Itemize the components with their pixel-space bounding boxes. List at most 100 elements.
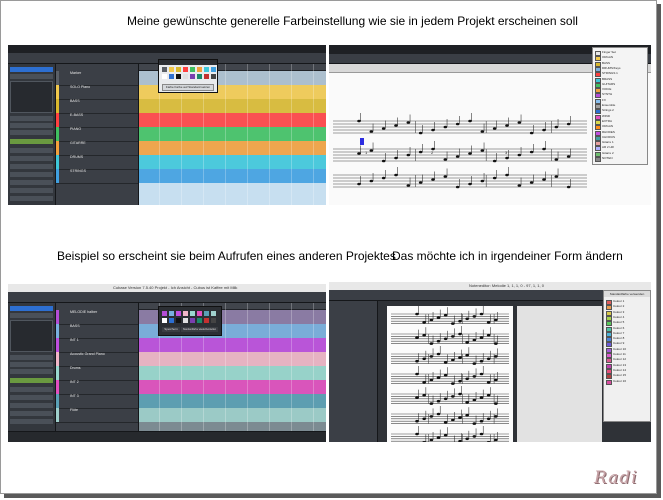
color-swatch[interactable] — [169, 318, 174, 323]
track-lane[interactable] — [139, 338, 326, 352]
color-list-item[interactable]: NOTEN — [595, 156, 645, 162]
color-list-item[interactable]: AR 2 HR — [595, 145, 645, 152]
color-swatch[interactable] — [211, 67, 216, 72]
color-swatch[interactable] — [183, 311, 188, 316]
color-swatch[interactable] — [169, 74, 174, 79]
color-list-item[interactable]: Colour 2 — [606, 304, 648, 311]
color-swatch[interactable] — [176, 74, 181, 79]
color-picker-popup[interactable]: Farbe Farbe auf Standard setzen — [158, 59, 218, 93]
track-row[interactable]: INT 2 — [56, 380, 138, 395]
color-list-item[interactable]: VOICE — [595, 87, 645, 94]
color-swatch[interactable] — [211, 311, 216, 316]
track-lane[interactable] — [139, 394, 326, 408]
color-list-item[interactable]: Strings 2 — [595, 108, 645, 115]
color-swatch[interactable] — [197, 74, 202, 79]
track-row[interactable]: Drums — [56, 366, 138, 381]
color-list-item[interactable]: Colour 3 — [606, 310, 648, 316]
color-list-item[interactable]: Colour 16 — [606, 379, 648, 385]
track-lane[interactable] — [139, 352, 326, 366]
color-swatch[interactable] — [211, 74, 216, 79]
color-swatch[interactable] — [176, 318, 181, 323]
color-list-item[interactable]: Colour 4 — [606, 315, 648, 321]
color-swatch[interactable] — [176, 67, 181, 72]
track-row[interactable]: DRUMS — [56, 155, 138, 170]
track-lane[interactable] — [139, 99, 326, 113]
color-swatch[interactable] — [197, 318, 202, 323]
menu-bar[interactable] — [8, 45, 326, 53]
color-list-item[interactable]: BRASS — [595, 77, 645, 83]
track-row[interactable]: Marker — [56, 71, 138, 86]
color-swatch[interactable] — [169, 67, 174, 72]
color-swatch[interactable] — [169, 311, 174, 316]
color-list-item[interactable]: RHODES — [595, 130, 645, 136]
track-lane[interactable] — [139, 366, 326, 380]
color-list-item[interactable]: GUITARS — [595, 82, 645, 88]
color-swatch[interactable] — [204, 311, 209, 316]
color-swatch[interactable] — [190, 311, 195, 316]
track-lane[interactable] — [139, 408, 326, 422]
track-row[interactable]: BASS — [56, 324, 138, 339]
track-row[interactable]: BASS — [56, 99, 138, 114]
color-list-item[interactable]: Finger Set — [595, 50, 645, 56]
track-row[interactable]: E-BASS — [56, 113, 138, 128]
color-list-item[interactable]: ORGAN — [595, 55, 645, 62]
color-swatch[interactable] — [183, 74, 188, 79]
color-swatch[interactable] — [183, 67, 188, 72]
color-list-item[interactable]: CHORUS — [595, 135, 645, 141]
color-list-item[interactable]: Colour 11 — [606, 352, 648, 358]
toolbar[interactable] — [8, 292, 326, 303]
color-list-item[interactable]: Gitarre 2 — [595, 151, 645, 157]
track-lane[interactable] — [139, 380, 326, 394]
color-list-item[interactable]: Ensemble — [595, 103, 645, 109]
track-lane[interactable] — [139, 141, 326, 155]
color-swatch[interactable] — [197, 67, 202, 72]
track-row[interactable]: STRINGS — [56, 169, 138, 184]
color-swatch[interactable] — [204, 67, 209, 72]
track-lane[interactable] — [139, 113, 326, 127]
color-list-item[interactable]: DRUMS/Keys — [595, 66, 645, 72]
track-row[interactable]: INT 1 — [56, 338, 138, 353]
color-swatch[interactable] — [211, 318, 216, 323]
color-list-dropdown[interactable]: Finger Set ORGAN BASS DRUMS/Keys STRINGS 1 BR… — [592, 47, 648, 165]
color-list-item[interactable]: Gitarre 1 — [595, 140, 645, 147]
color-picker-popup[interactable]: Speichern Standardfarbe wiederherstellen — [158, 306, 222, 336]
track-row[interactable]: Acoustic Grand Piano — [56, 352, 138, 367]
color-swatch[interactable] — [204, 74, 209, 79]
track-list[interactable]: Marker SOLO Piano BASS E-BASS PIANO GITARRE DR… — [56, 64, 139, 205]
color-list-item[interactable]: Colour 14 — [606, 368, 648, 374]
color-list-item[interactable]: Colour 13 — [606, 363, 648, 369]
color-list-item[interactable]: ORGAN — [595, 124, 645, 131]
track-row[interactable]: MELODIE halber — [56, 310, 138, 325]
color-list-item[interactable]: FX — [595, 98, 645, 104]
score-page[interactable] — [387, 306, 513, 442]
color-list-item[interactable]: Colour 8 — [606, 336, 648, 343]
track-row[interactable]: INT 3 — [56, 394, 138, 409]
color-swatch[interactable] — [162, 311, 167, 316]
save-button[interactable]: Speichern — [162, 327, 180, 332]
track-lane[interactable] — [139, 155, 326, 169]
color-list-item[interactable]: Colour 7 — [606, 331, 648, 337]
restore-default-color-button[interactable]: Standardfarbe wiederherstellen — [181, 327, 218, 332]
color-list-item[interactable]: Colour 12 — [606, 357, 648, 364]
color-list-item[interactable]: Colour 1 — [606, 299, 648, 305]
color-swatch[interactable] — [190, 74, 195, 79]
color-swatch[interactable] — [190, 318, 195, 323]
track-lane[interactable] — [139, 169, 326, 183]
track-row[interactable]: GITARRE — [56, 141, 138, 156]
color-swatch[interactable] — [176, 311, 181, 316]
color-swatch[interactable] — [190, 67, 195, 72]
color-swatch[interactable] — [183, 318, 188, 323]
color-list-item[interactable]: Colour 6 — [606, 326, 648, 332]
color-list-item[interactable]: EXTRA — [595, 119, 645, 125]
color-list-item[interactable]: Colour 15 — [606, 373, 648, 380]
color-swatch[interactable] — [197, 311, 202, 316]
color-swatch[interactable] — [162, 318, 167, 323]
track-row[interactable]: PIANO — [56, 127, 138, 142]
reset-color-button[interactable]: Farbe Farbe auf Standard setzen — [162, 84, 214, 91]
track-row[interactable]: SOLO Piano — [56, 85, 138, 100]
color-list-item[interactable]: WIND — [595, 114, 645, 120]
track-row[interactable]: Flöte — [56, 408, 138, 423]
track-list[interactable]: MELODIE halber BASS INT 1 Acoustic Grand Pi… — [56, 303, 139, 442]
color-list-item[interactable]: SYNTH — [595, 92, 645, 99]
track-lane[interactable] — [139, 127, 326, 141]
